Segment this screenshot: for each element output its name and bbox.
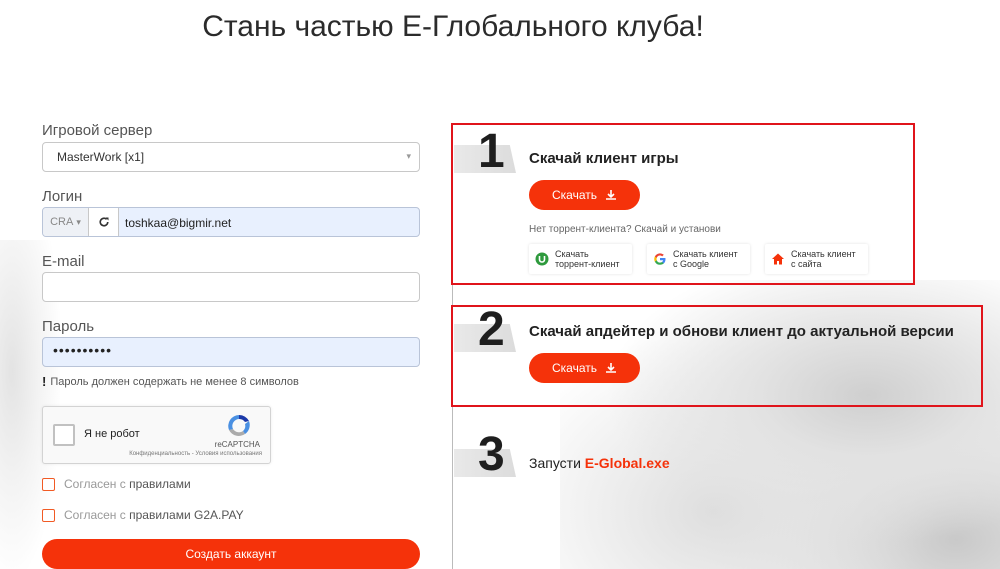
server-select-value: MasterWork [x1] [57,150,145,164]
download-torrent-client-link[interactable]: Скачать торрент-клиент [529,244,632,274]
login-prefix-value: CRA [50,216,74,228]
step-3-number: 3 [478,428,505,481]
google-icon [654,253,666,265]
login-input[interactable]: toshkaa@bigmir.net [119,208,419,236]
agree-g2a-label: Согласен с правилами G2A.PAY [64,508,244,522]
refresh-icon [98,217,109,227]
chevron-down-icon: ▾ [76,216,81,227]
no-torrent-note: Нет торрент-клиента? Скачай и установи [529,224,721,235]
g2a-rules-link[interactable]: правилами G2A.PAY [129,508,243,522]
password-hint-text: Пароль должен содержать не менее 8 симво… [50,375,299,388]
agree-g2a: Согласен с правилами G2A.PAY [42,508,244,522]
alt-card-3-text: Скачать клиент с сайта [791,249,856,269]
alt-card-1-line1: Скачать [555,249,589,259]
utorrent-icon [535,252,549,266]
recaptcha-logo-icon [228,414,250,436]
alt-card-2-text: Скачать клиент с Google [673,249,738,269]
download-google-link[interactable]: Скачать клиент с Google [647,244,750,274]
login-prefix-select[interactable]: CRA ▾ [43,208,89,236]
recaptcha-checkbox[interactable] [53,424,75,446]
step-3-prefix: Запусти [529,455,585,471]
home-icon [772,253,784,265]
step-2-title: Скачай апдейтер и обнови клиент до актуа… [529,323,954,340]
agree-rules-checkbox[interactable] [42,477,55,491]
step-3-text: Запусти E-Global.exe [529,455,670,471]
alt-card-2-line2: с Google [673,259,710,269]
email-label: E-mail [42,253,85,270]
page-title: Стань частью Е-Глобального клуба! [202,10,704,43]
download-client-label: Скачать [552,188,597,202]
alt-card-1-line2: торрент-клиент [555,259,620,269]
alt-card-1-text: Скачать торрент-клиент [555,249,620,269]
recaptcha-brand: reCAPTCHA [214,440,260,449]
server-select[interactable]: MasterWork [x1] ▾ [42,142,420,172]
chevron-down-icon: ▾ [406,151,411,161]
step-1-number: 1 [478,125,505,178]
step-3-filename: E-Global.exe [584,455,670,471]
alt-card-2-line1: Скачать клиент [673,249,738,259]
password-hint: ! Пароль должен содержать не менее 8 сим… [42,374,299,389]
warning-icon: ! [42,374,47,389]
step-1-title: Скачай клиент игры [529,150,679,167]
download-updater-button[interactable]: Скачать [529,353,640,383]
recaptcha-label: Я не робот [84,428,140,440]
email-input[interactable] [42,272,420,302]
refresh-login-button[interactable] [89,208,119,236]
agree-rules-prefix: Согласен с [64,477,130,491]
step-2-number: 2 [478,303,505,356]
alt-card-3-line2: с сайта [791,259,822,269]
alt-card-3-line1: Скачать клиент [791,249,856,259]
agree-rules-label: Согласен с правилами [64,477,191,491]
recaptcha-widget: Я не робот reCAPTCHA Конфиденциальность … [42,406,271,464]
rules-link[interactable]: правилами [129,477,191,491]
password-label: Пароль [42,318,95,335]
download-client-button[interactable]: Скачать [529,180,640,210]
login-field: CRA ▾ toshkaa@bigmir.net [42,207,420,237]
download-icon [606,190,616,200]
recaptcha-legal[interactable]: Конфиденциальность - Условия использован… [129,451,262,457]
step-2-highlight [451,305,983,407]
download-site-link[interactable]: Скачать клиент с сайта [765,244,868,274]
download-icon [606,363,616,373]
agree-g2a-prefix: Согласен с [64,508,130,522]
login-label: Логин [42,188,83,205]
download-updater-label: Скачать [552,361,597,375]
agree-g2a-checkbox[interactable] [42,508,55,522]
create-account-button[interactable]: Создать аккаунт [42,539,420,569]
agree-rules: Согласен с правилами [42,477,191,491]
server-label: Игровой сервер [42,122,153,139]
password-input[interactable]: •••••••••• [42,337,420,367]
